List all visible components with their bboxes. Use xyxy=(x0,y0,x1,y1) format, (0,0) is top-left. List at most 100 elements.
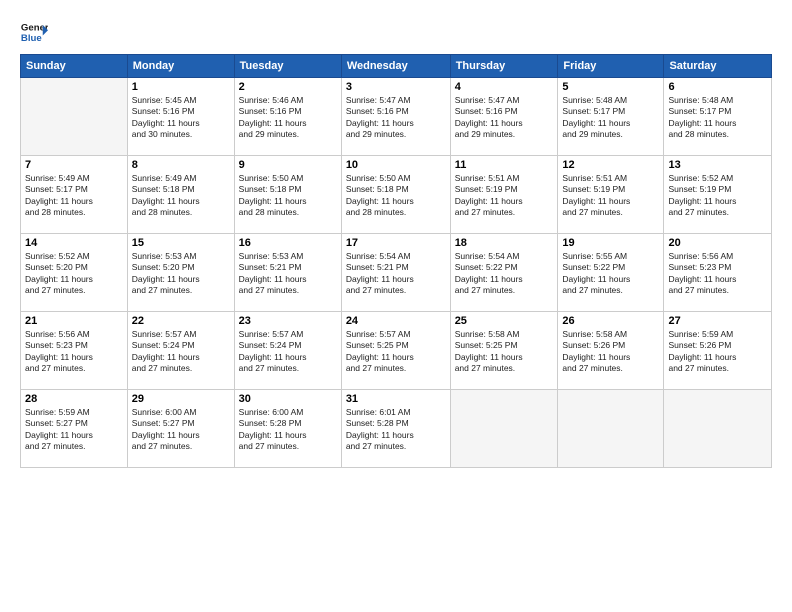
day-number: 20 xyxy=(668,237,767,249)
week-row: 7 Sunrise: 5:49 AMSunset: 5:17 PMDaylight… xyxy=(21,156,772,234)
day-number: 11 xyxy=(455,159,554,171)
day-number: 28 xyxy=(25,393,123,405)
calendar-cell: 7 Sunrise: 5:49 AMSunset: 5:17 PMDaylight… xyxy=(21,156,128,234)
day-number: 25 xyxy=(455,315,554,327)
day-info: Sunrise: 5:58 AMSunset: 5:26 PMDaylight:… xyxy=(562,329,659,375)
day-info: Sunrise: 5:46 AMSunset: 5:16 PMDaylight:… xyxy=(239,95,337,141)
day-info: Sunrise: 5:51 AMSunset: 5:19 PMDaylight:… xyxy=(455,173,554,219)
day-number: 27 xyxy=(668,315,767,327)
day-info: Sunrise: 6:00 AMSunset: 5:27 PMDaylight:… xyxy=(132,407,230,453)
day-info: Sunrise: 5:47 AMSunset: 5:16 PMDaylight:… xyxy=(346,95,446,141)
weekday-header-row: SundayMondayTuesdayWednesdayThursdayFrid… xyxy=(21,55,772,78)
day-number: 13 xyxy=(668,159,767,171)
page-header: General Blue xyxy=(20,18,772,46)
calendar-cell: 20 Sunrise: 5:56 AMSunset: 5:23 PMDayligh… xyxy=(664,234,772,312)
calendar-cell: 6 Sunrise: 5:48 AMSunset: 5:17 PMDaylight… xyxy=(664,78,772,156)
day-number: 29 xyxy=(132,393,230,405)
day-info: Sunrise: 5:53 AMSunset: 5:21 PMDaylight:… xyxy=(239,251,337,297)
calendar-cell: 12 Sunrise: 5:51 AMSunset: 5:19 PMDayligh… xyxy=(558,156,664,234)
calendar-cell: 29 Sunrise: 6:00 AMSunset: 5:27 PMDayligh… xyxy=(127,390,234,468)
day-number: 18 xyxy=(455,237,554,249)
calendar-cell: 23 Sunrise: 5:57 AMSunset: 5:24 PMDayligh… xyxy=(234,312,341,390)
logo: General Blue xyxy=(20,18,48,46)
calendar-cell: 14 Sunrise: 5:52 AMSunset: 5:20 PMDayligh… xyxy=(21,234,128,312)
day-info: Sunrise: 5:50 AMSunset: 5:18 PMDaylight:… xyxy=(239,173,337,219)
day-number: 12 xyxy=(562,159,659,171)
day-number: 1 xyxy=(132,81,230,93)
day-info: Sunrise: 5:45 AMSunset: 5:16 PMDaylight:… xyxy=(132,95,230,141)
day-number: 17 xyxy=(346,237,446,249)
calendar-cell: 3 Sunrise: 5:47 AMSunset: 5:16 PMDaylight… xyxy=(341,78,450,156)
day-number: 14 xyxy=(25,237,123,249)
day-info: Sunrise: 5:52 AMSunset: 5:19 PMDaylight:… xyxy=(668,173,767,219)
day-number: 10 xyxy=(346,159,446,171)
day-info: Sunrise: 5:57 AMSunset: 5:24 PMDaylight:… xyxy=(132,329,230,375)
calendar-cell: 16 Sunrise: 5:53 AMSunset: 5:21 PMDayligh… xyxy=(234,234,341,312)
week-row: 1 Sunrise: 5:45 AMSunset: 5:16 PMDaylight… xyxy=(21,78,772,156)
week-row: 21Sunrise: 5:56 AMSunset: 5:23 PMDayligh… xyxy=(21,312,772,390)
calendar-cell: 8 Sunrise: 5:49 AMSunset: 5:18 PMDaylight… xyxy=(127,156,234,234)
calendar-cell: 24Sunrise: 5:57 AMSunset: 5:25 PMDayligh… xyxy=(341,312,450,390)
calendar-cell: 26Sunrise: 5:58 AMSunset: 5:26 PMDayligh… xyxy=(558,312,664,390)
day-info: Sunrise: 5:47 AMSunset: 5:16 PMDaylight:… xyxy=(455,95,554,141)
day-number: 3 xyxy=(346,81,446,93)
day-info: Sunrise: 5:48 AMSunset: 5:17 PMDaylight:… xyxy=(668,95,767,141)
day-info: Sunrise: 5:57 AMSunset: 5:25 PMDaylight:… xyxy=(346,329,446,375)
day-info: Sunrise: 5:53 AMSunset: 5:20 PMDaylight:… xyxy=(132,251,230,297)
calendar-cell: 31 Sunrise: 6:01 AMSunset: 5:28 PMDayligh… xyxy=(341,390,450,468)
calendar-cell: 27 Sunrise: 5:59 AMSunset: 5:26 PMDayligh… xyxy=(664,312,772,390)
day-info: Sunrise: 5:54 AMSunset: 5:21 PMDaylight:… xyxy=(346,251,446,297)
calendar-cell: 1 Sunrise: 5:45 AMSunset: 5:16 PMDaylight… xyxy=(127,78,234,156)
day-number: 19 xyxy=(562,237,659,249)
calendar-table: SundayMondayTuesdayWednesdayThursdayFrid… xyxy=(20,54,772,468)
day-info: Sunrise: 5:48 AMSunset: 5:17 PMDaylight:… xyxy=(562,95,659,141)
day-info: Sunrise: 5:56 AMSunset: 5:23 PMDaylight:… xyxy=(25,329,123,375)
calendar-cell: 13 Sunrise: 5:52 AMSunset: 5:19 PMDayligh… xyxy=(664,156,772,234)
day-info: Sunrise: 5:59 AMSunset: 5:26 PMDaylight:… xyxy=(668,329,767,375)
day-info: Sunrise: 5:54 AMSunset: 5:22 PMDaylight:… xyxy=(455,251,554,297)
calendar-cell: 9Sunrise: 5:50 AMSunset: 5:18 PMDaylight… xyxy=(234,156,341,234)
day-info: Sunrise: 5:58 AMSunset: 5:25 PMDaylight:… xyxy=(455,329,554,375)
calendar-cell: 25 Sunrise: 5:58 AMSunset: 5:25 PMDayligh… xyxy=(450,312,558,390)
day-info: Sunrise: 5:52 AMSunset: 5:20 PMDaylight:… xyxy=(25,251,123,297)
day-info: Sunrise: 5:49 AMSunset: 5:17 PMDaylight:… xyxy=(25,173,123,219)
calendar-cell: 15 Sunrise: 5:53 AMSunset: 5:20 PMDayligh… xyxy=(127,234,234,312)
calendar-cell: 5 Sunrise: 5:48 AMSunset: 5:17 PMDaylight… xyxy=(558,78,664,156)
weekday-header-cell: Monday xyxy=(127,55,234,78)
day-info: Sunrise: 6:01 AMSunset: 5:28 PMDaylight:… xyxy=(346,407,446,453)
calendar-cell: 21Sunrise: 5:56 AMSunset: 5:23 PMDayligh… xyxy=(21,312,128,390)
day-number: 15 xyxy=(132,237,230,249)
calendar-cell xyxy=(21,78,128,156)
day-info: Sunrise: 5:56 AMSunset: 5:23 PMDaylight:… xyxy=(668,251,767,297)
day-info: Sunrise: 5:57 AMSunset: 5:24 PMDaylight:… xyxy=(239,329,337,375)
weekday-header-cell: Thursday xyxy=(450,55,558,78)
day-info: Sunrise: 5:50 AMSunset: 5:18 PMDaylight:… xyxy=(346,173,446,219)
calendar-cell: 4Sunrise: 5:47 AMSunset: 5:16 PMDaylight… xyxy=(450,78,558,156)
calendar-cell: 28Sunrise: 5:59 AMSunset: 5:27 PMDayligh… xyxy=(21,390,128,468)
day-number: 31 xyxy=(346,393,446,405)
calendar-cell xyxy=(558,390,664,468)
calendar-page: General Blue SundayMondayTuesdayWednesda… xyxy=(0,0,792,612)
calendar-cell: 17 Sunrise: 5:54 AMSunset: 5:21 PMDayligh… xyxy=(341,234,450,312)
day-info: Sunrise: 5:55 AMSunset: 5:22 PMDaylight:… xyxy=(562,251,659,297)
day-number: 6 xyxy=(668,81,767,93)
calendar-cell: 22 Sunrise: 5:57 AMSunset: 5:24 PMDayligh… xyxy=(127,312,234,390)
svg-text:Blue: Blue xyxy=(21,33,42,44)
day-info: Sunrise: 5:49 AMSunset: 5:18 PMDaylight:… xyxy=(132,173,230,219)
calendar-cell xyxy=(664,390,772,468)
day-info: Sunrise: 5:51 AMSunset: 5:19 PMDaylight:… xyxy=(562,173,659,219)
calendar-cell: 10 Sunrise: 5:50 AMSunset: 5:18 PMDayligh… xyxy=(341,156,450,234)
day-number: 7 xyxy=(25,159,123,171)
calendar-cell: 19 Sunrise: 5:55 AMSunset: 5:22 PMDayligh… xyxy=(558,234,664,312)
day-number: 5 xyxy=(562,81,659,93)
day-number: 22 xyxy=(132,315,230,327)
calendar-cell: 11 Sunrise: 5:51 AMSunset: 5:19 PMDayligh… xyxy=(450,156,558,234)
week-row: 14 Sunrise: 5:52 AMSunset: 5:20 PMDayligh… xyxy=(21,234,772,312)
calendar-cell xyxy=(450,390,558,468)
weekday-header-cell: Wednesday xyxy=(341,55,450,78)
weekday-header-cell: Sunday xyxy=(21,55,128,78)
day-number: 23 xyxy=(239,315,337,327)
day-number: 16 xyxy=(239,237,337,249)
day-number: 8 xyxy=(132,159,230,171)
day-number: 2 xyxy=(239,81,337,93)
